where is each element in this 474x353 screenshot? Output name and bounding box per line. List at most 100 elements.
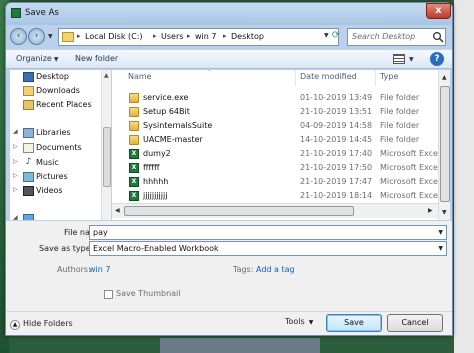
nav-item-pictures[interactable]: ▷ Pictures [10,170,105,184]
expand-triangle-icon[interactable]: ▷ [13,143,18,150]
file-name: ffffff [143,163,160,172]
file-date: 21-10-2019 17:50 [300,163,373,172]
save-type-select[interactable]: Excel Macro-Enabled Workbook ▼ [89,241,447,256]
table-row[interactable]: X dumy2 21-10-2019 17:40 Microsoft Excel… [112,147,438,161]
sort-indicator-icon: ˆ [208,70,211,77]
nav-pane-scrollbar[interactable]: ▲ [101,70,111,220]
background-window-edge [454,0,474,353]
folder-icon [129,93,139,103]
scroll-right-arrow-icon[interactable]: ▶ [428,207,433,214]
nav-item-downloads[interactable]: Downloads [10,84,105,98]
search-icon[interactable] [432,31,444,43]
nav-item-label: Documents [36,143,82,152]
crumb-local-disk[interactable]: Local Disk (C:) [85,32,143,41]
back-button[interactable]: ‹ [10,28,27,45]
column-divider[interactable] [375,70,376,86]
save-thumbnail-checkbox[interactable] [104,290,113,299]
chevron-down-icon[interactable]: ▼ [438,229,443,236]
command-toolbar: Organize ▼ New folder ▼ ? [6,49,452,69]
crumb-win7[interactable]: win 7 [195,32,216,41]
videos-icon [23,186,34,196]
collapse-triangle-icon[interactable]: ◢ [13,214,18,220]
nav-item-documents[interactable]: ▷ Documents [10,141,105,155]
collapse-triangle-icon[interactable]: ◢ [13,128,18,135]
column-header-date-modified[interactable]: Date modified [300,72,357,81]
file-name: hhhhh [143,177,169,186]
nav-item-libraries[interactable]: ◢ Libraries [10,126,105,140]
column-divider[interactable] [295,70,296,86]
horizontal-scrollbar[interactable]: ◀ ▶ [112,203,438,218]
documents-icon [23,143,34,153]
excel-file-icon: X [129,177,139,187]
search-box[interactable]: Search Desktop [347,28,446,46]
crumb-users[interactable]: Users [161,32,183,41]
chevron-down-icon: ▼ [308,319,314,326]
crumb-desktop[interactable]: Desktop [231,32,264,41]
save-options-panel: File name: pay ▼ Save as type: Excel Mac… [6,221,452,335]
table-row[interactable]: X ffffff 21-10-2019 17:50 Microsoft Exce… [112,161,438,175]
scroll-thumb[interactable] [440,86,450,202]
forward-button[interactable]: › [28,28,45,45]
refresh-icon[interactable]: ⟳ [329,28,343,46]
table-row[interactable]: UACME-master 14-10-2019 14:45 File folde… [112,133,438,147]
expand-triangle-icon[interactable]: ▷ [13,172,18,179]
nav-item-homegroup-partial[interactable]: ◢ [10,212,105,220]
file-date: 21-10-2019 18:14 [300,191,373,200]
file-type: Microsoft Excel M... [380,163,438,172]
help-icon[interactable]: ? [430,52,444,66]
scroll-thumb[interactable] [103,127,111,187]
nav-item-label: Desktop [36,72,69,81]
file-list-scrollbar[interactable]: ▲ ▼ [438,70,450,220]
nav-item-music[interactable]: ▷ ♪ Music [10,156,105,170]
scroll-thumb[interactable] [124,206,354,216]
table-row[interactable]: X jjjjjjjjjjj 21-10-2019 18:14 Microsoft… [112,189,438,203]
scroll-up-arrow-icon[interactable]: ▲ [442,74,447,81]
organize-button[interactable]: Organize ▼ [16,54,58,63]
cancel-button[interactable]: Cancel [387,314,443,332]
expand-triangle-icon[interactable]: ▷ [13,186,18,193]
excel-file-icon: X [129,191,139,201]
file-name: UACME-master [143,135,203,144]
nav-item-desktop[interactable]: Desktop [10,70,105,84]
recent-places-icon [23,100,34,110]
chevron-down-icon[interactable]: ▼ [438,245,443,252]
authors-value[interactable]: win 7 [89,265,110,274]
scroll-left-arrow-icon[interactable]: ◀ [115,207,120,214]
folder-location-icon [62,32,74,42]
recent-locations-chevron-icon[interactable]: ▼ [48,33,53,40]
folder-icon [129,121,139,131]
desktop-icon [23,72,34,82]
file-type: File folder [380,107,420,116]
scroll-up-arrow-icon[interactable]: ▲ [104,72,109,79]
tags-input[interactable]: Add a tag [256,265,295,274]
file-date: 21-10-2019 17:40 [300,149,373,158]
tools-button[interactable]: Tools ▼ [285,317,313,326]
table-row[interactable]: SysinternalsSuite 04-09-2019 14:58 File … [112,119,438,133]
address-dropdown-icon[interactable]: ▼ [324,32,329,39]
nav-item-recent-places[interactable]: Recent Places [10,98,105,112]
authors-label: Authors: [57,265,91,274]
hide-folders-button[interactable]: ▲ Hide Folders [10,319,73,330]
table-row[interactable]: service.exe 01-10-2019 13:49 File folder [112,91,438,105]
scroll-down-arrow-icon[interactable]: ▼ [442,209,447,216]
nav-item-label: Music [36,158,59,167]
excel-file-icon: X [129,163,139,173]
close-button[interactable]: x [426,3,451,19]
column-header-type[interactable]: Type [380,72,398,81]
nav-item-videos[interactable]: ▷ Videos [10,184,105,198]
address-bar[interactable]: ▸ Local Disk (C:) ▸ Users ▸ win 7 ▸ Desk… [58,28,339,46]
new-folder-button[interactable]: New folder [75,54,118,63]
downloads-icon [23,86,34,96]
change-view-icon[interactable] [393,54,405,64]
table-row[interactable]: Setup 64Bit 21-10-2019 13:51 File folder [112,105,438,119]
file-type: Microsoft Excel M... [380,149,438,158]
file-name-value: pay [93,228,108,237]
table-row[interactable]: X hhhhh 21-10-2019 17:47 Microsoft Excel… [112,175,438,189]
view-options-chevron-icon[interactable]: ▼ [409,56,414,63]
excel-file-icon: X [129,149,139,159]
file-name-input[interactable]: pay ▼ [89,225,447,240]
column-header-name[interactable]: Name [128,72,152,81]
expand-triangle-icon[interactable]: ▷ [13,158,18,165]
pictures-icon [23,172,34,182]
save-button[interactable]: Save [326,314,382,332]
